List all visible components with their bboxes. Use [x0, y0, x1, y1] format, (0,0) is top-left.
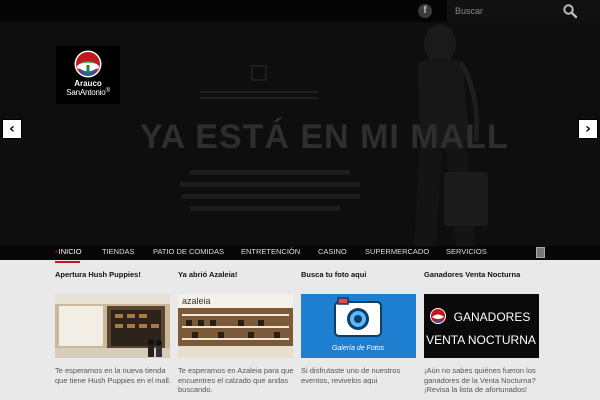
hero-banner[interactable]: Arauco SanAntonio® YA ESTÁ EN MI MALL ‹ … — [0, 22, 600, 246]
card-title[interactable]: Busca tu foto aqui — [301, 270, 416, 284]
logo-emblem-icon — [74, 50, 102, 78]
logo-text-sanantonio: SanAntonio® — [56, 88, 120, 97]
slider-prev-button[interactable]: ‹ — [2, 119, 22, 139]
nav-item-tiendas[interactable]: TIENDAS — [102, 246, 135, 260]
search-box — [447, 0, 600, 22]
nav-item-inicio[interactable]: •INICIO — [55, 246, 82, 263]
azaleia-logo-text: azaleia — [182, 296, 211, 306]
slider-next-button[interactable]: › — [578, 119, 598, 139]
nav-item-servicios[interactable]: SERVICIOS — [446, 246, 487, 260]
main-nav: •INICIO TIENDAS PATIO DE COMIDAS ENTRETE… — [0, 246, 600, 263]
nav-toggle-icon[interactable] — [536, 247, 545, 258]
registered-mark: ® — [105, 88, 110, 94]
card-description: ¡Aún no sabes quiénes fueron los ganador… — [424, 366, 536, 394]
news-card-fotos[interactable]: Busca tu foto aqui Galería de Fotos Si d… — [301, 270, 416, 385]
galeria-de-fotos-image[interactable]: Galería de Fotos — [301, 294, 416, 358]
page: f Buscar Arauco SanAntonio® YA ESTÁ EN M… — [0, 0, 600, 400]
nav-item-supermercado[interactable]: SUPERMERCADO — [365, 246, 429, 260]
search-icon[interactable] — [562, 3, 578, 19]
ganadores-venta-nocturna-image[interactable]: GANADORES VENTA NOCTURNA — [424, 294, 539, 358]
azaleia-store-image[interactable]: azaleia — [178, 294, 293, 358]
nav-item-patio-de-comidas[interactable]: PATIO DE COMIDAS — [153, 246, 224, 260]
card-description: Te esperamos en la nueva tienda que tien… — [55, 366, 171, 385]
galeria-label: Galería de Fotos — [332, 345, 385, 352]
logo-text-arauco: Arauco — [74, 79, 102, 88]
hero-title: YA ESTÁ EN MI MALL — [140, 118, 509, 156]
logo-text-sanantonio-label: SanAntonio — [66, 88, 106, 97]
card-title[interactable]: Ganadores Venta Nocturna — [424, 270, 539, 284]
news-card-azaleia[interactable]: Ya abrió Azaleia! azaleia Te esperamos e… — [178, 270, 294, 394]
card-description: Te esperamos en Azaleia para que encuent… — [178, 366, 294, 394]
card-description: Si disfrutaste uno de nuestros eventos, … — [301, 366, 401, 385]
ganadores-image-line2: VENTA NOCTURNA — [426, 333, 536, 347]
nav-item-casino[interactable]: CASINO — [318, 246, 347, 260]
card-title[interactable]: Apertura Hush Puppies! — [55, 270, 170, 284]
ganadores-image-line1: GANADORES — [454, 310, 531, 324]
top-bar: f — [0, 0, 600, 22]
nav-item-entretencion[interactable]: ENTRETENCIÓN — [241, 246, 300, 260]
nav-item-label: INICIO — [58, 247, 82, 256]
search-input[interactable] — [455, 3, 555, 19]
news-section: Apertura Hush Puppies! Te esperamos en l… — [0, 260, 600, 400]
arauco-logo[interactable]: Arauco SanAntonio® — [56, 46, 120, 104]
news-card-venta-nocturna[interactable]: Ganadores Venta Nocturna GANADORES VENTA… — [424, 270, 539, 394]
nav-active-bullet: • — [55, 247, 58, 256]
hush-puppies-store-image[interactable] — [55, 294, 170, 358]
card-title[interactable]: Ya abrió Azaleia! — [178, 270, 293, 284]
facebook-icon[interactable]: f — [418, 4, 432, 18]
news-card-hush-puppies[interactable]: Apertura Hush Puppies! Te esperamos en l… — [55, 270, 171, 385]
